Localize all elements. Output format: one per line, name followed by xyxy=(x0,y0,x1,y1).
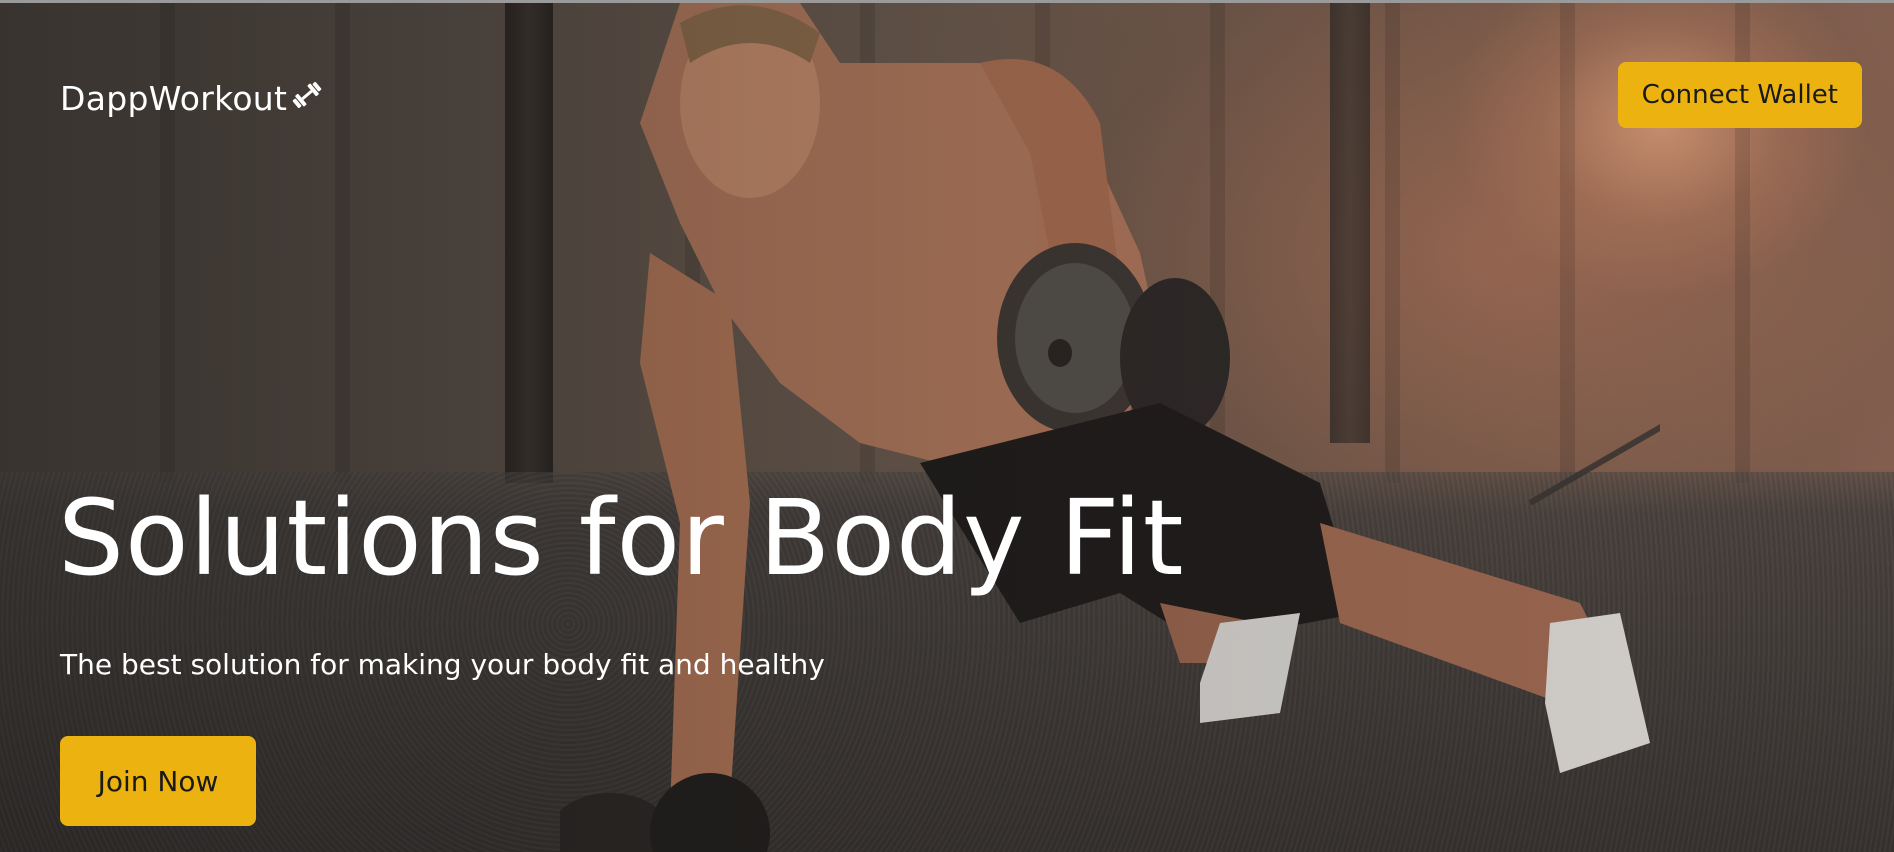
join-now-button[interactable]: Join Now xyxy=(60,736,256,826)
connect-wallet-button[interactable]: Connect Wallet xyxy=(1617,62,1862,128)
hero-subtitle: The best solution for making your body f… xyxy=(60,648,825,681)
hero-title: Solutions for Body Fit xyxy=(58,477,1185,599)
brand-logo-link[interactable]: DappWorkout xyxy=(60,79,325,118)
dumbbell-icon xyxy=(289,77,325,113)
hero-section: DappWorkout Connect Wallet Solutions for… xyxy=(0,0,1894,852)
brand-name: DappWorkout xyxy=(60,78,288,118)
navbar: DappWorkout Connect Wallet xyxy=(60,62,1862,134)
